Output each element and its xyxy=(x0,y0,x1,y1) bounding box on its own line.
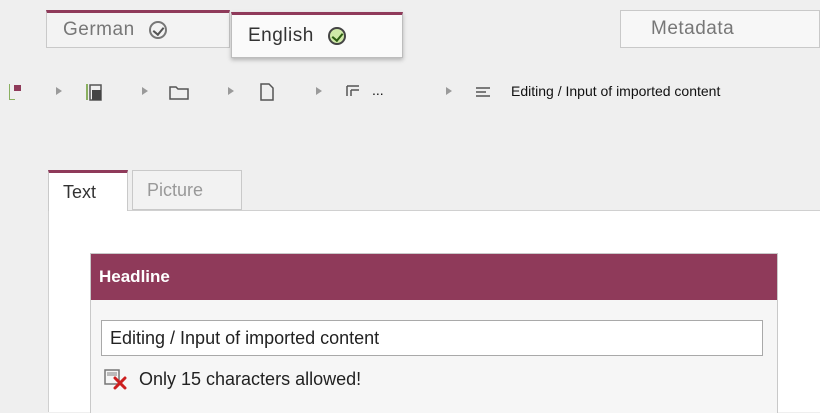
breadcrumb-arrow-icon xyxy=(56,87,62,95)
validation-message: Only 15 characters allowed! xyxy=(103,368,361,390)
section-title: Headline xyxy=(91,254,777,300)
breadcrumb-arrow-icon xyxy=(228,87,234,95)
tab-english-label: English xyxy=(248,25,314,46)
headline-input[interactable] xyxy=(101,320,763,356)
tab-metadata-label: Metadata xyxy=(651,18,735,39)
breadcrumb: ... Editing / Input of imported content xyxy=(0,78,820,104)
error-message: Only 15 characters allowed! xyxy=(139,368,362,389)
check-circle-green-icon xyxy=(327,27,346,45)
tab-german-label: German xyxy=(63,19,135,40)
section-icon[interactable] xyxy=(344,82,362,102)
breadcrumb-arrow-icon xyxy=(142,87,148,95)
editor-area: Text Picture Headline Only 15 characters… xyxy=(38,120,820,413)
tab-english[interactable]: English xyxy=(231,12,403,58)
check-circle-icon xyxy=(148,21,167,39)
folder-icon[interactable] xyxy=(168,82,190,102)
error-delete-icon xyxy=(103,368,129,390)
tab-picture-label: Picture xyxy=(147,179,204,200)
tab-metadata[interactable]: Metadata xyxy=(620,10,820,48)
tab-picture[interactable]: Picture xyxy=(132,170,242,210)
breadcrumb-arrow-icon xyxy=(316,87,322,95)
tab-german[interactable]: German xyxy=(46,10,230,48)
tab-text[interactable]: Text xyxy=(48,170,128,211)
breadcrumb-arrow-icon xyxy=(446,87,452,95)
page-icon[interactable] xyxy=(258,82,276,102)
language-tab-bar: German English Metadata xyxy=(0,0,820,62)
tab-text-label: Text xyxy=(63,181,97,202)
headline-section: Headline Only 15 characters allowed! xyxy=(90,253,778,413)
pages-icon[interactable] xyxy=(84,82,104,102)
breadcrumb-current: Editing / Input of imported content xyxy=(511,83,721,99)
breadcrumb-ellipsis[interactable]: ... xyxy=(372,82,384,98)
content-lines-icon[interactable] xyxy=(474,82,492,102)
site-root-icon[interactable] xyxy=(8,82,24,102)
